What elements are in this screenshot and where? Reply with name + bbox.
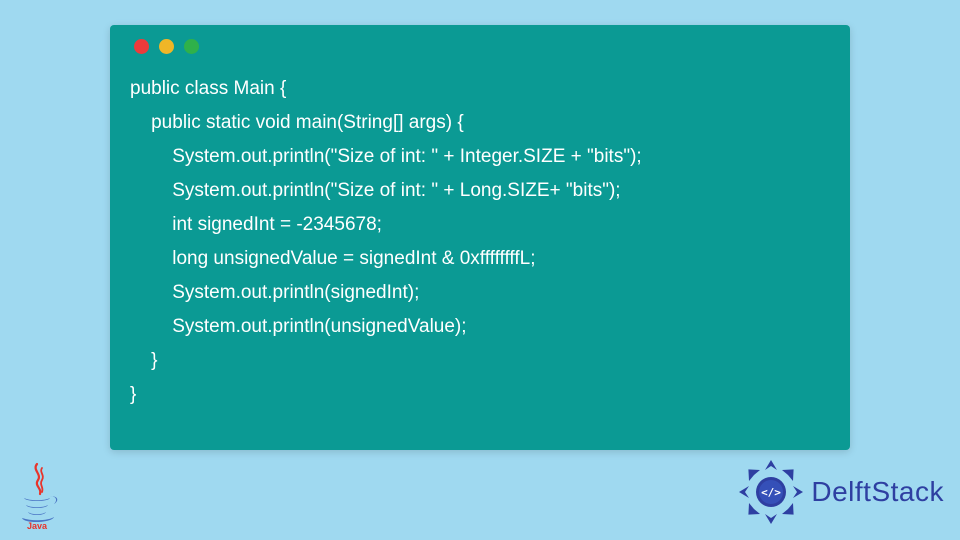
maximize-icon bbox=[184, 39, 199, 54]
delftstack-label: DelftStack bbox=[811, 476, 944, 508]
delftstack-branding: </> DelftStack bbox=[737, 458, 944, 526]
minimize-icon bbox=[159, 39, 174, 54]
svg-text:</>: </> bbox=[761, 486, 781, 499]
code-block: public class Main { public static void m… bbox=[130, 72, 830, 412]
code-window: public class Main { public static void m… bbox=[110, 25, 850, 450]
delftstack-logo-icon: </> bbox=[737, 458, 805, 526]
close-icon bbox=[134, 39, 149, 54]
java-logo-icon: Java bbox=[12, 462, 62, 530]
window-traffic-lights bbox=[134, 39, 830, 54]
java-logo-label: Java bbox=[27, 521, 48, 530]
